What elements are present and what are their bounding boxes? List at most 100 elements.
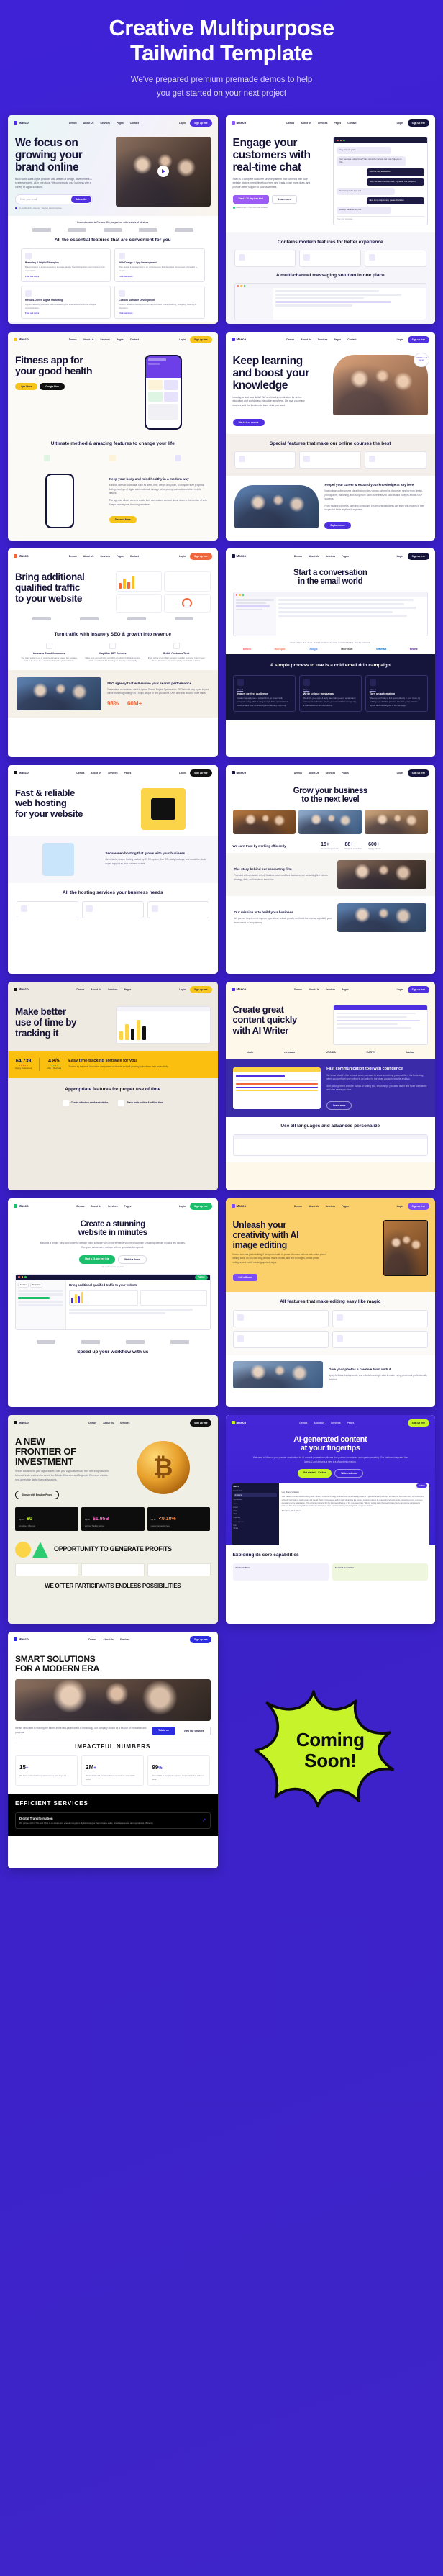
services-button[interactable]: View Our Services bbox=[177, 1726, 211, 1735]
feature-card[interactable]: Branding & Digital Strategies Brand stra… bbox=[21, 248, 111, 282]
arrow-up-right-icon[interactable]: ↗ bbox=[202, 1817, 206, 1823]
nav-link-demos[interactable]: Demos bbox=[69, 122, 77, 125]
nav-link-services[interactable]: Services bbox=[108, 772, 118, 774]
signup-button[interactable]: Sign up free bbox=[190, 119, 212, 127]
logo[interactable]: Masco bbox=[14, 121, 29, 125]
signup-button[interactable]: Sign up free bbox=[407, 1419, 429, 1427]
demo-card-email-marketing[interactable]: Masco Demos About Us Services Pages Logi… bbox=[225, 548, 435, 758]
sidebar-item-calendar[interactable]: Calendar bbox=[234, 1517, 277, 1519]
feature-item[interactable]: Track both online & offline time bbox=[118, 1099, 163, 1106]
step-card[interactable]: Step 1 Import perfect audience Create ma… bbox=[232, 675, 296, 712]
signup-button[interactable]: Sign up free bbox=[190, 553, 212, 560]
nav-links[interactable]: Demos About Us Services Pages bbox=[294, 772, 349, 774]
nav-links[interactable]: Demos About Us Services Pages bbox=[294, 988, 349, 991]
feature-card[interactable]: Amplifies PPC Success Make sure you opti… bbox=[83, 642, 143, 664]
signup-button[interactable]: Sign up free bbox=[407, 119, 429, 127]
login-link[interactable]: Login bbox=[179, 338, 186, 341]
trial-button[interactable]: Start a 30-day free trial bbox=[232, 194, 269, 204]
feature-card[interactable] bbox=[232, 1310, 329, 1328]
maximize-icon[interactable] bbox=[24, 1276, 27, 1278]
nav-links[interactable]: Demos About Us Services Pages Contact bbox=[69, 338, 139, 341]
nav-link-about[interactable]: About Us bbox=[83, 338, 94, 341]
signup-button[interactable]: Sign up free bbox=[190, 986, 212, 993]
logo[interactable]: Masco bbox=[14, 338, 29, 342]
nav-link-demos[interactable]: Demos bbox=[294, 1205, 302, 1208]
feature-card[interactable] bbox=[365, 451, 426, 469]
email-input[interactable]: Enter your email bbox=[20, 198, 71, 201]
nav-link-about[interactable]: About Us bbox=[83, 555, 94, 558]
possibility-card[interactable] bbox=[15, 1563, 78, 1577]
sidebar-item-analytics[interactable]: Analytics bbox=[233, 1493, 277, 1498]
feature-card[interactable]: Builds Customer Trust Even with a strong… bbox=[147, 642, 206, 664]
demo-card-web-hosting[interactable]: Masco Demos About Us Services Pages Logi… bbox=[8, 765, 218, 975]
nav-link-services[interactable]: Services bbox=[108, 1205, 118, 1208]
minimize-icon[interactable] bbox=[240, 285, 242, 287]
logo[interactable]: Masco bbox=[14, 988, 29, 992]
feature-link[interactable]: Find out more bbox=[119, 275, 200, 278]
nav-links[interactable]: Demos About Us Services Pages bbox=[299, 1422, 354, 1424]
nav-link-about[interactable]: About Us bbox=[309, 772, 319, 774]
feature-card[interactable] bbox=[332, 1331, 428, 1349]
signup-button[interactable]: Sign up free bbox=[407, 769, 429, 777]
nav-link-about[interactable]: About Us bbox=[103, 1638, 114, 1641]
learn-more-button[interactable]: Learn more bbox=[326, 1101, 352, 1110]
signup-button[interactable]: Sign up free bbox=[407, 1203, 429, 1210]
discover-button[interactable]: Discover More bbox=[109, 516, 137, 524]
sidebar-item-docs[interactable]: Docs bbox=[234, 1524, 277, 1527]
feature-item[interactable]: Create effective work schedules bbox=[62, 1099, 108, 1106]
feature-card[interactable]: Web Design & App Development Web design … bbox=[114, 248, 205, 282]
nav-link-contact[interactable]: Contact bbox=[130, 122, 139, 125]
signup-button[interactable]: Sign up free bbox=[190, 1203, 212, 1210]
language-panel-mock[interactable] bbox=[232, 1134, 428, 1157]
edit-photo-button[interactable]: Edit a Photo bbox=[232, 1274, 258, 1282]
nav-link-pages[interactable]: Pages bbox=[124, 988, 132, 991]
trial-button[interactable]: Start a 15-day free trial bbox=[78, 1255, 116, 1264]
logo[interactable]: Masco bbox=[14, 1637, 29, 1642]
login-link[interactable]: Login bbox=[179, 1205, 186, 1208]
nav-link-pages[interactable]: Pages bbox=[334, 122, 342, 125]
feature-card[interactable] bbox=[234, 250, 296, 268]
play-button[interactable] bbox=[157, 166, 169, 178]
demo-card-ai-writer[interactable]: Masco Demos About Us Services Pages Logi… bbox=[225, 982, 435, 1191]
login-link[interactable]: Login bbox=[179, 555, 186, 558]
feature-link[interactable]: Find out more bbox=[119, 312, 200, 315]
nav-links[interactable]: Demos About Us Services bbox=[88, 1422, 129, 1424]
signup-button[interactable]: Sign up free bbox=[190, 336, 212, 343]
feature-card[interactable] bbox=[147, 451, 209, 465]
googleplay-button[interactable]: Google Play bbox=[40, 382, 65, 390]
demo-card-online-courses[interactable]: Masco Demos About Us Services Pages Cont… bbox=[225, 332, 435, 541]
nav-link-about[interactable]: About Us bbox=[301, 338, 311, 341]
logo[interactable]: Masco bbox=[14, 1204, 29, 1208]
feature-card[interactable] bbox=[232, 1331, 329, 1349]
nav-links[interactable]: Demos About Us Services bbox=[88, 1638, 129, 1641]
signup-button[interactable]: Sign up free bbox=[407, 986, 429, 993]
feature-card[interactable] bbox=[234, 451, 296, 469]
demo-card-ai-content[interactable]: Masco Demos About Us Services Pages Sign… bbox=[225, 1415, 435, 1624]
maximize-icon[interactable] bbox=[242, 594, 244, 596]
explore-button[interactable]: Explore more bbox=[324, 522, 351, 530]
logo[interactable]: Masco bbox=[14, 1421, 29, 1425]
inbox-mock[interactable] bbox=[232, 592, 428, 637]
nav-links[interactable]: Demos About Us Services Pages Contact bbox=[69, 555, 139, 558]
sidebar-item-task[interactable]: Task bbox=[234, 1513, 277, 1515]
chat-input[interactable]: Type your message... bbox=[337, 216, 424, 220]
nav-links[interactable]: Demos About Us Services Pages bbox=[294, 555, 349, 558]
chat-window-mock[interactable]: Hey, how are you? Can you have a short b… bbox=[333, 136, 428, 226]
nav-links[interactable]: Demos About Us Services Pages Contact bbox=[286, 122, 356, 125]
nav-link-pages[interactable]: Pages bbox=[342, 988, 349, 991]
feature-card[interactable]: Custom Software Development Custom Softw… bbox=[114, 285, 205, 320]
nav-link-demos[interactable]: Demos bbox=[69, 555, 77, 558]
login-link[interactable]: Login bbox=[397, 122, 403, 125]
minimize-icon[interactable] bbox=[239, 594, 241, 596]
feature-card[interactable] bbox=[365, 250, 426, 268]
logo[interactable]: Masco bbox=[231, 554, 246, 559]
nav-link-demos[interactable]: Demos bbox=[88, 1422, 96, 1424]
maximize-icon[interactable] bbox=[243, 285, 245, 287]
feature-card[interactable] bbox=[299, 250, 362, 268]
sidebar-item-slides[interactable]: Slides bbox=[234, 1527, 277, 1529]
nav-link-about[interactable]: About Us bbox=[91, 1205, 101, 1208]
builder-mock[interactable]: Publish Section Templates Bring addition… bbox=[15, 1273, 211, 1330]
close-icon[interactable] bbox=[235, 594, 237, 596]
feature-card[interactable] bbox=[17, 900, 78, 918]
nav-link-pages[interactable]: Pages bbox=[124, 772, 132, 774]
